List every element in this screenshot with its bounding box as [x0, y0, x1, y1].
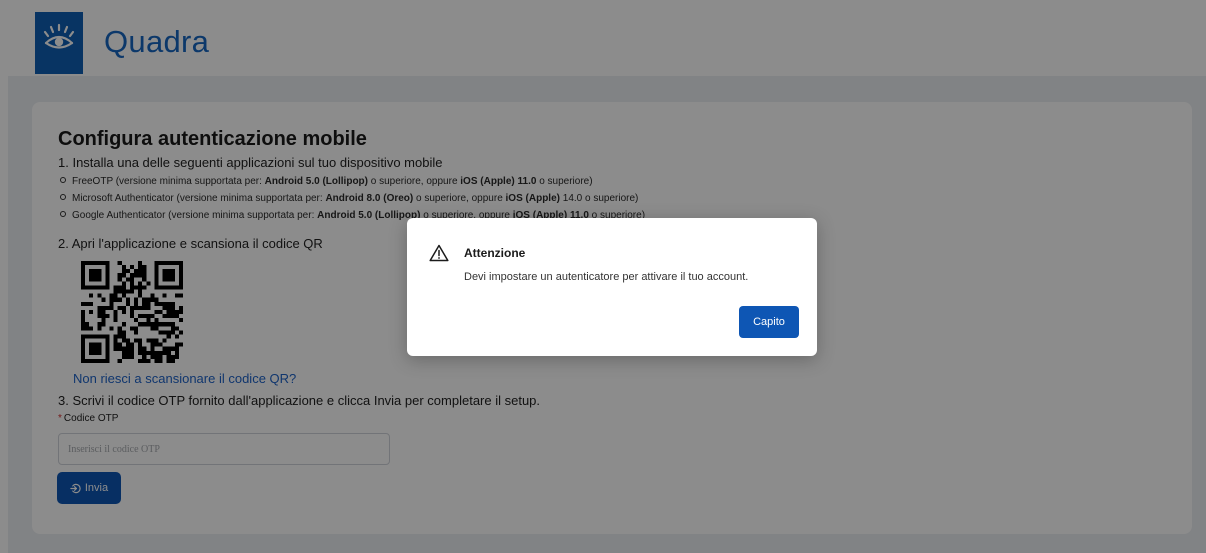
dialog-title: Attenzione [464, 246, 526, 260]
confirm-button[interactable]: Capito [739, 306, 799, 338]
dialog-message: Devi impostare un autenticatore per atti… [464, 271, 749, 283]
alert-dialog: Attenzione Devi impostare un autenticato… [407, 218, 817, 356]
warning-icon [429, 244, 449, 262]
